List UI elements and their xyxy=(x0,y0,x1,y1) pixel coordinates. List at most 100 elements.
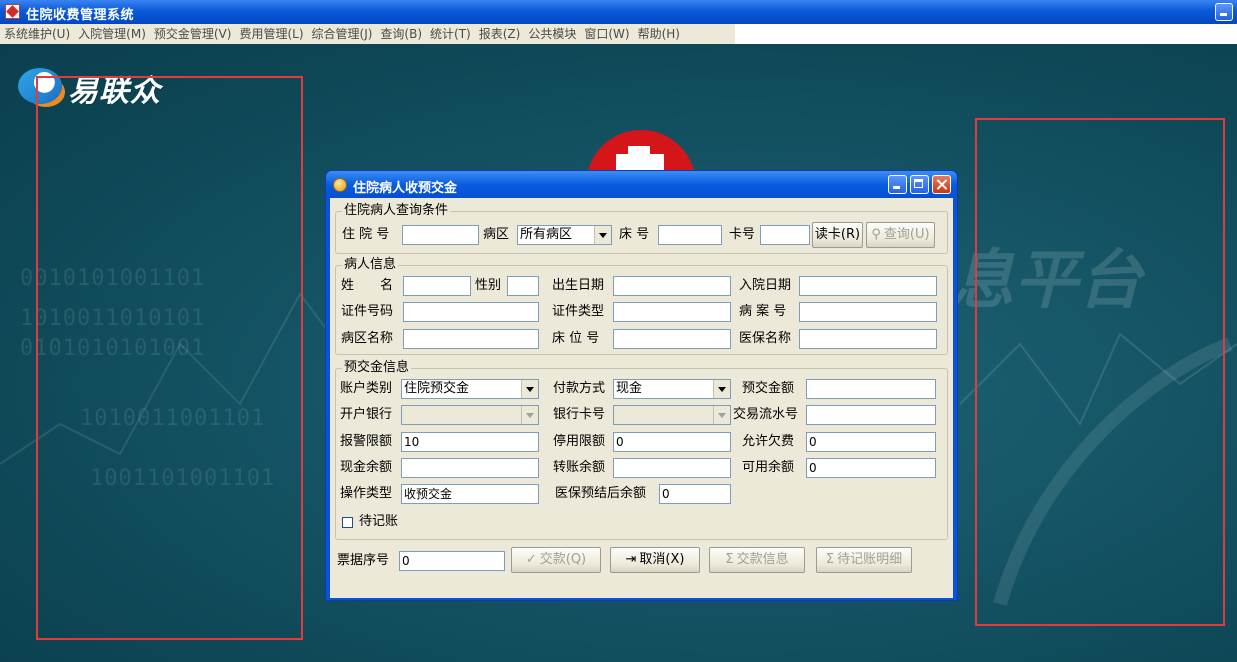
trade-no-label: 交易流水号 xyxy=(733,407,799,422)
cash-balance-label: 现金余额 xyxy=(340,460,393,475)
trade-no-input[interactable] xyxy=(806,405,936,425)
bed-no-input[interactable] xyxy=(613,329,731,349)
deposit-amount-label: 预交金额 xyxy=(742,381,795,396)
deposit-group-legend: 预交金信息 xyxy=(342,360,412,376)
menu-report[interactable]: 报表(Z) xyxy=(475,24,525,44)
dialog-title-bar[interactable]: 住院病人收预交金 xyxy=(326,171,957,198)
menu-admission[interactable]: 入院管理(M) xyxy=(74,24,150,44)
pay-method-dropdown-arrow-icon[interactable] xyxy=(713,380,730,398)
bank-dropdown-arrow-icon[interactable] xyxy=(521,406,538,424)
dialog-close-button[interactable] xyxy=(932,175,951,194)
alarm-limit-label: 报警限额 xyxy=(340,434,393,449)
stop-limit-label: 停用限额 xyxy=(553,434,606,449)
deposit-amount-input[interactable] xyxy=(806,379,936,399)
id-type-input[interactable] xyxy=(613,302,731,322)
account-type-label: 账户类别 xyxy=(340,381,393,396)
receipt-no-input[interactable]: 0 xyxy=(399,551,505,571)
card-label: 卡号 xyxy=(729,227,756,242)
bed-label: 床 号 xyxy=(619,227,650,242)
dialog-title: 住院病人收预交金 xyxy=(353,181,458,196)
name-label: 姓 名 xyxy=(341,278,394,293)
id-type-label: 证件类型 xyxy=(552,304,605,319)
operation-type-label: 操作类型 xyxy=(340,486,393,501)
patient-group-legend: 病人信息 xyxy=(342,257,399,273)
account-type-dropdown-arrow-icon[interactable] xyxy=(521,380,538,398)
menu-system[interactable]: 系统维护(U) xyxy=(0,24,74,44)
menu-items: 系统维护(U) 入院管理(M) 预交金管理(V) 费用管理(L) 综合管理(J)… xyxy=(0,24,735,44)
sigma-icon: Σ xyxy=(725,552,734,567)
id-no-label: 证件号码 xyxy=(341,304,394,319)
account-type-select[interactable]: 住院预交金 xyxy=(401,379,539,399)
deposit-dialog: 住院病人收预交金 住院病人查询条件 住 院 号 病区 所有病区 床 号 卡号 读… xyxy=(325,170,958,601)
menu-query[interactable]: 查询(B) xyxy=(376,24,426,44)
hospital-no-input[interactable] xyxy=(402,225,479,245)
ward-label: 病区 xyxy=(483,227,510,242)
pending-checkbox[interactable] xyxy=(342,517,353,528)
ward-name-label: 病区名称 xyxy=(341,331,394,346)
admit-date-input[interactable] xyxy=(799,276,937,296)
bed-input[interactable] xyxy=(658,225,722,245)
pending-detail-button[interactable]: Σ 待记账明细 xyxy=(816,547,912,573)
pay-button[interactable]: ✓ 交款(Q) xyxy=(511,547,601,573)
bank-card-dropdown-arrow-icon[interactable] xyxy=(713,406,730,424)
pay-info-button[interactable]: Σ 交款信息 xyxy=(709,547,805,573)
insurance-settle-balance-label: 医保预结后余额 xyxy=(555,486,647,501)
ward-name-input[interactable] xyxy=(403,329,539,349)
id-no-input[interactable] xyxy=(403,302,539,322)
case-no-label: 病 案 号 xyxy=(739,304,787,319)
pending-label[interactable]: 待记账 xyxy=(359,512,398,532)
transfer-balance-input[interactable] xyxy=(613,458,731,478)
cancel-button[interactable]: ⇥ 取消(X) xyxy=(610,547,700,573)
receipt-no-label: 票据序号 xyxy=(337,553,390,568)
menu-window[interactable]: 窗口(W) xyxy=(580,24,633,44)
allow-owe-input[interactable]: 0 xyxy=(806,432,936,452)
pay-method-select[interactable]: 现金 xyxy=(613,379,731,399)
insurance-name-input[interactable] xyxy=(799,329,937,349)
birth-date-input[interactable] xyxy=(613,276,731,296)
query-button[interactable]: ⚲ 查询(U) xyxy=(866,222,935,248)
pay-info-button-label: 交款信息 xyxy=(736,552,789,567)
stop-limit-input[interactable]: 0 xyxy=(613,432,731,452)
bank-card-select[interactable] xyxy=(613,405,731,425)
menu-deposit[interactable]: 预交金管理(V) xyxy=(150,24,236,44)
insurance-name-label: 医保名称 xyxy=(739,331,792,346)
available-balance-label: 可用余额 xyxy=(742,460,795,475)
hospital-no-label: 住 院 号 xyxy=(342,227,390,242)
app-title: 住院收费管理系统 xyxy=(26,8,135,23)
card-input[interactable] xyxy=(760,225,810,245)
cash-balance-input[interactable] xyxy=(401,458,539,478)
account-type-value: 住院预交金 xyxy=(404,381,470,396)
gender-label: 性别 xyxy=(475,278,502,293)
alarm-limit-input[interactable]: 10 xyxy=(401,432,539,452)
menu-statistics[interactable]: 统计(T) xyxy=(426,24,475,44)
menu-fee[interactable]: 费用管理(L) xyxy=(235,24,307,44)
read-card-button[interactable]: 读卡(R) xyxy=(812,222,863,248)
app-minimize-button[interactable] xyxy=(1215,3,1233,21)
gender-input[interactable] xyxy=(507,276,539,296)
menu-general[interactable]: 综合管理(J) xyxy=(308,24,377,44)
case-no-input[interactable] xyxy=(799,302,937,322)
insurance-settle-balance-input[interactable]: 0 xyxy=(659,484,731,504)
menu-common[interactable]: 公共模块 xyxy=(524,24,580,44)
bank-label: 开户银行 xyxy=(340,407,393,422)
pay-button-label: 交款(Q) xyxy=(539,552,587,567)
pay-method-value: 现金 xyxy=(616,381,643,396)
ward-select-value: 所有病区 xyxy=(520,227,573,242)
operation-type-input[interactable]: 收预交金 xyxy=(401,484,539,504)
dialog-minimize-button[interactable] xyxy=(888,175,907,194)
transfer-balance-label: 转账余额 xyxy=(553,460,606,475)
allow-owe-label: 允许欠费 xyxy=(742,434,795,449)
binoculars-icon: ⚲ xyxy=(871,227,881,242)
available-balance-input[interactable]: 0 xyxy=(806,458,936,478)
ward-dropdown-arrow-icon[interactable] xyxy=(594,226,611,244)
bank-select[interactable] xyxy=(401,405,539,425)
birth-date-label: 出生日期 xyxy=(552,278,605,293)
menu-help[interactable]: 帮助(H) xyxy=(634,24,684,44)
name-input[interactable] xyxy=(403,276,471,296)
ward-select[interactable]: 所有病区 xyxy=(517,225,612,245)
dialog-maximize-button[interactable] xyxy=(910,175,929,194)
admit-date-label: 入院日期 xyxy=(739,278,792,293)
query-button-label: 查询(U) xyxy=(883,227,930,242)
highlight-box-right xyxy=(975,118,1225,626)
exit-door-icon: ⇥ xyxy=(625,552,637,567)
